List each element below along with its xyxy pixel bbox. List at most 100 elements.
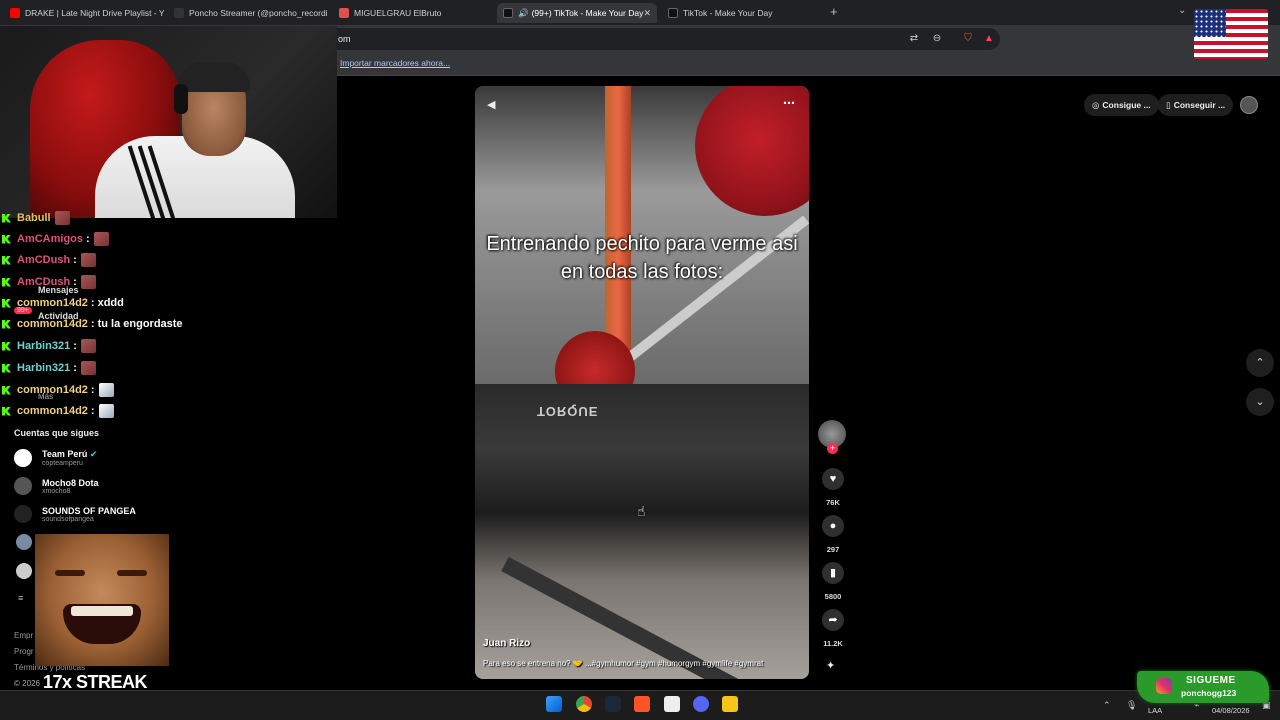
import-bookmarks-link[interactable]: Importar marcadores ahora... xyxy=(340,58,450,68)
chat-text: xddd xyxy=(97,297,124,309)
tab-label: DRAKE | Late Night Drive Playlist - Yo xyxy=(25,8,164,18)
following-account[interactable]: Team Perú ✔ copteamperu xyxy=(14,446,97,470)
new-tab-button[interactable]: + xyxy=(830,4,838,19)
chat-username: common14d2 xyxy=(17,318,88,330)
file-icon[interactable] xyxy=(664,696,680,712)
app-icon[interactable] xyxy=(722,696,738,712)
tiktok-icon xyxy=(668,8,678,18)
tiktok-icon xyxy=(503,8,513,18)
kick-icon xyxy=(2,363,11,373)
account-handle: copteamperu xyxy=(42,460,83,467)
avatar[interactable] xyxy=(16,534,32,550)
instagram-title: SIGUEME xyxy=(1186,675,1236,686)
chat-message: Babull xyxy=(0,208,70,228)
tab-label: Poncho Streamer (@poncho_recordi xyxy=(189,8,328,18)
chat-username: common14d2 xyxy=(17,297,88,309)
address-bar[interactable]: om xyxy=(300,28,1000,50)
tab-label: TikTok - Make Your Day xyxy=(683,8,773,18)
microphone-icon[interactable]: 🎙 xyxy=(1126,700,1137,711)
more-options-icon[interactable]: ⋯ xyxy=(783,96,795,110)
video-player[interactable]: TORQUE ◀ ⋯ Entrenando pechito para verme… xyxy=(475,86,809,679)
kick-icon xyxy=(2,298,11,308)
chat-message: Harbin321 : xyxy=(0,336,96,356)
chat-username: AmCDush xyxy=(17,276,71,288)
chat-colon: : xyxy=(73,276,77,288)
emote xyxy=(80,275,96,289)
keyboard-language[interactable]: LAA xyxy=(1148,706,1162,715)
volume-icon[interactable]: ◀ xyxy=(487,98,495,111)
chat-colon: : xyxy=(90,405,95,417)
taskbar-date[interactable]: 04/08/2026 xyxy=(1212,706,1250,715)
chat-message: common14d2 : tu la engordaste xyxy=(0,314,183,334)
video-author[interactable]: Juan Rizo xyxy=(483,638,530,649)
list-icon[interactable]: ≡ xyxy=(18,593,23,603)
get-app-button[interactable]: ▯ Conseguir ... xyxy=(1158,94,1234,116)
stream-chat: Babull AmCAmigos : AmCDush : AmCDush : c… xyxy=(0,208,250,423)
bookmark-icon[interactable]: ▮ xyxy=(822,562,844,584)
kick-icon xyxy=(2,406,11,416)
emote xyxy=(98,404,114,418)
tab-drake-playlist[interactable]: DRAKE | Late Night Drive Playlist - Yo xyxy=(4,3,164,23)
tiktok-icon xyxy=(174,8,184,18)
brave-shield-icon[interactable]: ⛉ xyxy=(962,33,974,45)
headset xyxy=(174,84,188,114)
comment-icon[interactable]: ● xyxy=(822,515,844,537)
video-caption: Entrenando pechito para verme asi en tod… xyxy=(486,233,798,283)
kick-icon xyxy=(2,385,11,395)
sound-disc-icon[interactable]: ✦ xyxy=(826,659,835,672)
previous-video-button[interactable]: ⌃ xyxy=(1246,349,1274,377)
kick-icon xyxy=(2,255,11,265)
laughing-meme-overlay xyxy=(35,534,169,666)
get-coins-label: Consigue ... xyxy=(1102,100,1151,110)
account-name: Mocho8 Dota xyxy=(42,477,99,488)
elbruto-icon xyxy=(339,8,349,18)
get-coins-button[interactable]: ◎ Consigue ... xyxy=(1084,94,1159,116)
next-video-button[interactable]: ⌄ xyxy=(1246,388,1274,416)
windows-start-icon[interactable] xyxy=(546,696,562,712)
chat-username: common14d2 xyxy=(17,405,88,417)
steam-icon[interactable] xyxy=(605,696,621,712)
tab-tiktok[interactable]: TikTok - Make Your Day xyxy=(662,3,822,23)
chat-username: AmCAmigos xyxy=(17,233,84,245)
account-name-row: Team Perú ✔ xyxy=(42,449,97,460)
save-count: 5800 xyxy=(824,592,842,601)
youtube-icon xyxy=(10,8,20,18)
meme-eye xyxy=(55,570,85,576)
chrome-icon[interactable] xyxy=(576,696,592,712)
avatar xyxy=(14,477,32,495)
us-flag-overlay xyxy=(1194,9,1268,59)
phone-icon: ▯ xyxy=(1166,99,1171,110)
tab-search-chevron-icon[interactable]: ⌄ xyxy=(1178,5,1186,16)
zoom-icon[interactable]: ⊖ xyxy=(931,33,943,45)
heart-icon[interactable]: ♥ xyxy=(822,468,844,490)
tab-miguelgrau[interactable]: MIGUELGRAU ElBruto xyxy=(333,3,493,23)
following-account[interactable]: SOUNDS OF PANGEA soundsofpangea xyxy=(14,502,136,526)
emote xyxy=(98,383,114,397)
streamer-hair xyxy=(178,62,250,92)
avatar[interactable] xyxy=(16,563,32,579)
tab-poncho-streamer[interactable]: Poncho Streamer (@poncho_recordi xyxy=(168,3,328,23)
equipment-brand: TORQUE xyxy=(537,404,599,419)
profile-avatar[interactable] xyxy=(1240,96,1258,114)
chat-colon: : xyxy=(73,362,77,374)
share-icon[interactable]: ➦ xyxy=(822,609,844,631)
close-tab-icon[interactable]: ✕ xyxy=(643,8,651,19)
footer-link[interactable]: Progr xyxy=(14,647,34,656)
brave-rewards-icon[interactable]: ▲ xyxy=(983,33,995,45)
chat-colon: : xyxy=(73,340,77,352)
discord-icon[interactable] xyxy=(693,696,709,712)
gym-floor xyxy=(475,514,809,679)
following-account[interactable]: Mocho8 Dota xmocho8 xyxy=(14,474,99,498)
tray-chevron-icon[interactable]: ⌃ xyxy=(1103,700,1111,711)
translate-icon[interactable]: ⇄ xyxy=(908,33,920,45)
speaker-icon: 🔊 xyxy=(518,7,529,18)
brave-icon[interactable] xyxy=(634,696,650,712)
follow-plus-icon[interactable]: + xyxy=(827,443,838,454)
footer-link[interactable]: Empr xyxy=(14,631,33,640)
emote xyxy=(80,339,96,353)
tab-tiktok-active[interactable]: 🔊 (99+) TikTok - Make Your Day ✕ xyxy=(497,3,657,23)
emote xyxy=(80,361,96,375)
kick-icon xyxy=(2,319,11,329)
account-handle: soundsofpangea xyxy=(42,515,94,523)
chat-message: common14d2 : xddd xyxy=(0,293,124,313)
